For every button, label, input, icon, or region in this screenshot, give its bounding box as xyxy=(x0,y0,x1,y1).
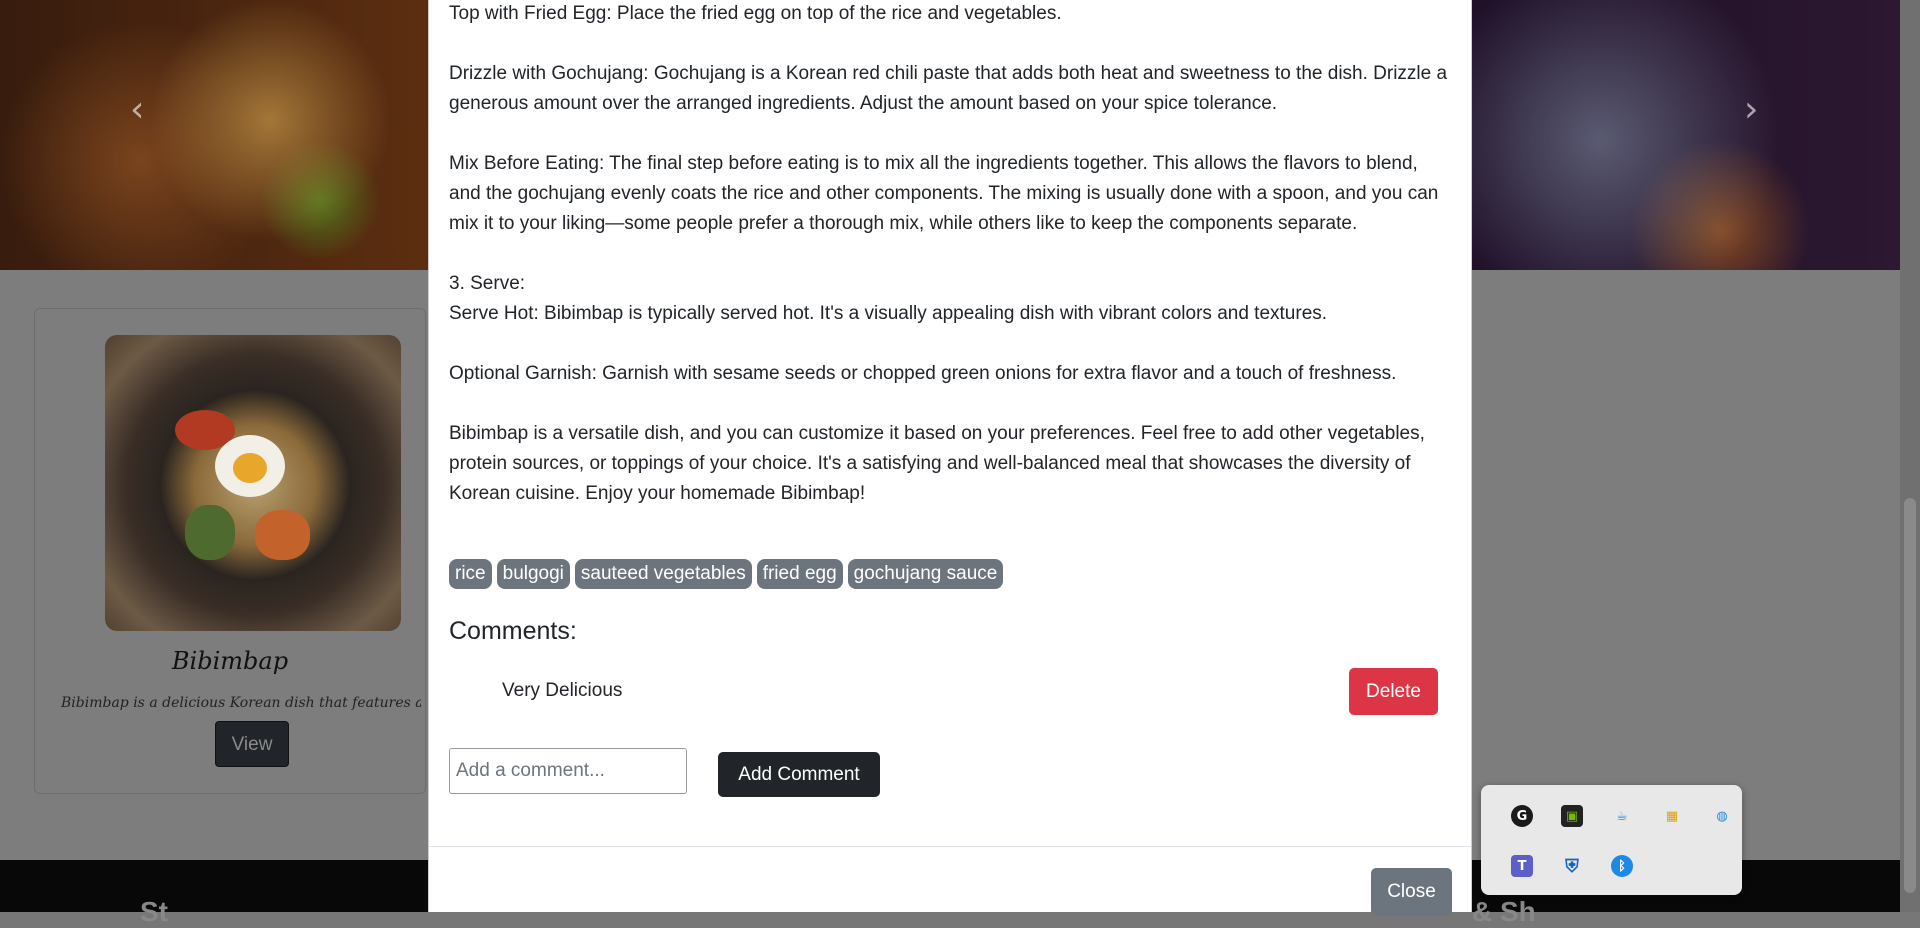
comment-input[interactable] xyxy=(449,748,687,794)
colorful-app-icon[interactable]: ▦ xyxy=(1661,805,1683,827)
section-heading: 3. Serve: xyxy=(449,273,526,294)
modal-footer-divider xyxy=(429,846,1471,847)
instruction-paragraph: Serve Hot: Bibimbap is typically served … xyxy=(449,303,1328,324)
footer-heading-right: & Sh xyxy=(1472,896,1536,927)
nvidia-icon[interactable]: ▣ xyxy=(1561,805,1583,827)
recipe-card-description: Bibimbap is a delicious Korean dish that… xyxy=(61,695,421,711)
instruction-paragraph: Drizzle with Gochujang: Gochujang is a K… xyxy=(449,63,1448,114)
ingredient-tag: fried egg xyxy=(756,559,843,589)
recipe-modal: Top with Fried Egg: Place the fried egg … xyxy=(428,0,1472,916)
ingredient-tag: sauteed vegetables xyxy=(574,559,752,589)
carousel-next-icon[interactable]: › xyxy=(1744,92,1768,128)
network-globe-icon[interactable]: ◍ xyxy=(1711,805,1733,827)
scrollbar-thumb[interactable] xyxy=(1904,498,1916,893)
page-scrollbar[interactable] xyxy=(1900,0,1920,912)
ingredient-tags: rice bulgogi sauteed vegetables fried egg go… xyxy=(449,559,1008,589)
close-button[interactable]: Close xyxy=(1371,868,1452,916)
recipe-card-image xyxy=(105,335,401,631)
bluetooth-icon[interactable]: ᛒ xyxy=(1611,855,1633,877)
teams-icon[interactable]: T xyxy=(1511,855,1533,877)
delete-comment-button[interactable]: Delete xyxy=(1349,668,1438,715)
view-button[interactable]: View xyxy=(215,721,289,767)
comments-heading: Comments: xyxy=(449,617,577,645)
carousel-prev-icon[interactable]: ‹ xyxy=(130,92,154,128)
security-shield-warning-icon[interactable]: ⛨ xyxy=(1561,855,1583,877)
comment-text: Very Delicious xyxy=(502,680,623,701)
instruction-paragraph: Bibimbap is a versatile dish, and you ca… xyxy=(449,423,1425,504)
add-comment-button[interactable]: Add Comment xyxy=(718,752,880,797)
coffee-cup-icon[interactable]: ☕ xyxy=(1611,805,1633,827)
ingredient-tag: rice xyxy=(449,559,492,589)
instruction-paragraph: Top with Fried Egg: Place the fried egg … xyxy=(449,3,1062,24)
ingredient-tag: gochujang sauce xyxy=(847,559,1004,589)
recipe-card-title: Bibimbap xyxy=(171,647,289,675)
system-tray-overflow: G ▣ ☕ ▦ ◍ T ⛨ ᛒ xyxy=(1481,785,1742,895)
footer-heading-left: St xyxy=(140,896,168,927)
ingredient-tag: bulgogi xyxy=(496,559,570,589)
instruction-paragraph: Mix Before Eating: The final step before… xyxy=(449,153,1439,234)
logitech-g-icon[interactable]: G xyxy=(1511,805,1533,827)
recipe-instructions: Top with Fried Egg: Place the fried egg … xyxy=(449,0,1449,539)
instruction-paragraph: Optional Garnish: Garnish with sesame se… xyxy=(449,363,1397,384)
recipe-card: Bibimbap Bibimbap is a delicious Korean … xyxy=(34,308,426,794)
